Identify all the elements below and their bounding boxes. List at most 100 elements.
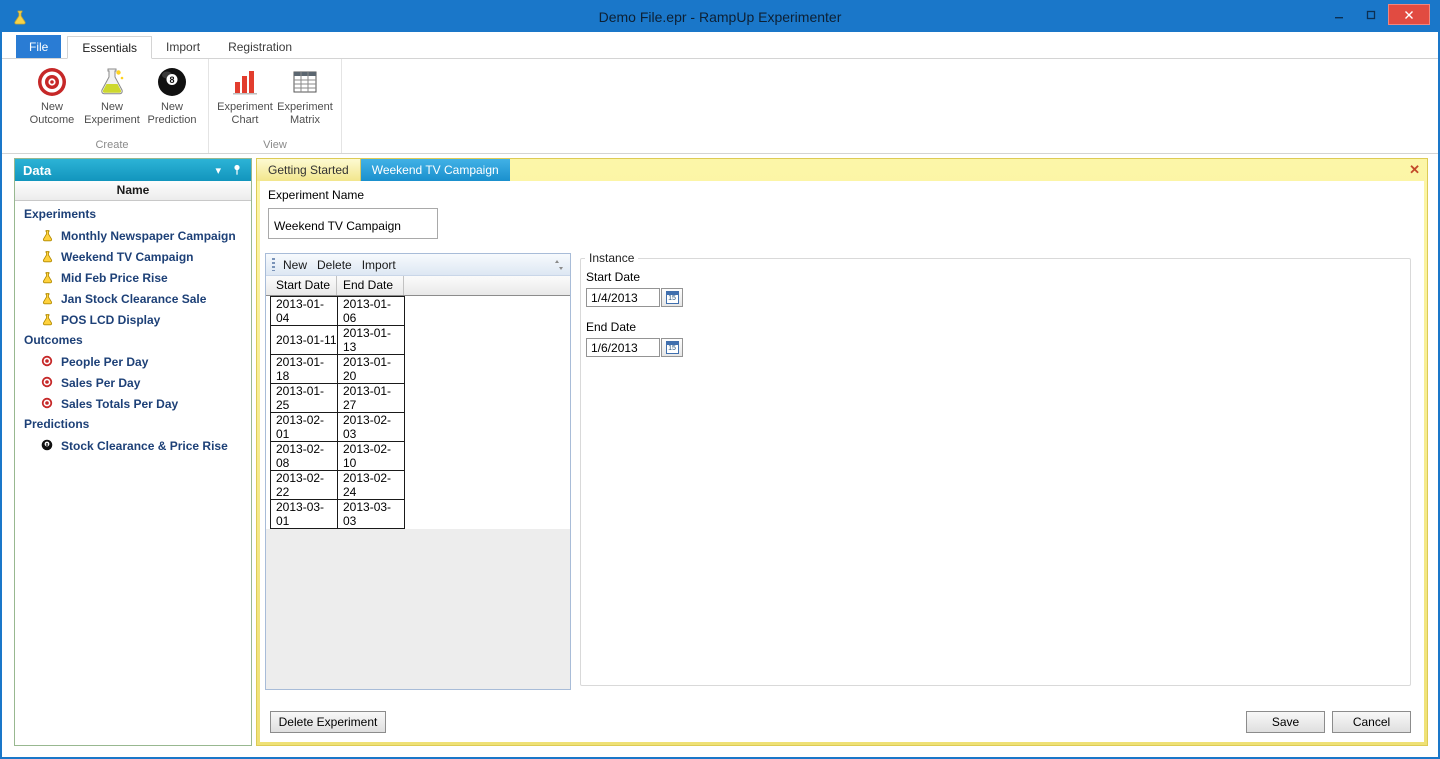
flask-icon	[95, 65, 129, 99]
ribbon-tab-essentials[interactable]: Essentials	[67, 36, 153, 59]
new-outcome-button[interactable]: New Outcome	[22, 62, 82, 127]
flask-icon	[41, 250, 54, 263]
matrix-icon	[288, 65, 322, 99]
experiment-name-input[interactable]	[268, 208, 438, 239]
svg-text:8: 8	[169, 75, 174, 85]
cancel-button[interactable]: Cancel	[1332, 711, 1411, 733]
new-experiment-button[interactable]: New Experiment	[82, 62, 142, 127]
ribbon-tab-import[interactable]: Import	[152, 35, 214, 58]
tree-category-outcomes[interactable]: Outcomes	[15, 330, 251, 351]
ribbon: File Essentials Import Registration New O…	[2, 32, 1438, 154]
table-row[interactable]: 2013-01-25 2013-01-27	[270, 383, 405, 413]
start-date-picker-button[interactable]: 15	[661, 288, 683, 307]
tree-item-experiment[interactable]: Monthly Newspaper Campaign	[15, 225, 251, 246]
flask-icon	[41, 292, 54, 305]
grid-rows: 2013-01-04 2013-01-06 2013-01-11 2013-01-1…	[266, 296, 570, 529]
tree-item-outcome[interactable]: Sales Totals Per Day	[15, 393, 251, 414]
table-row[interactable]: 2013-02-01 2013-02-03	[270, 412, 405, 442]
column-header-end-date[interactable]: End Date	[337, 276, 404, 295]
data-panel: Data ▾ Name Experiments Monthly Newspape…	[14, 158, 252, 746]
table-row[interactable]: 2013-01-04 2013-01-06	[270, 296, 405, 326]
ribbon-group-view: Experiment Chart Experiment Matrix View	[209, 59, 342, 153]
ribbon-group-create: New Outcome New Experiment 8 New Predict…	[16, 59, 209, 153]
minimize-icon	[1335, 16, 1343, 18]
grid-header-row: Start Date End Date	[266, 276, 570, 296]
document-content: Experiment Name New Delete Import Start …	[260, 181, 1424, 742]
column-header-start-date[interactable]: Start Date	[270, 276, 337, 295]
app-window: Demo File.epr - RampUp Experimenter File…	[0, 0, 1440, 759]
tree-item-experiment[interactable]: POS LCD Display	[15, 309, 251, 330]
tree-item-experiment[interactable]: Weekend TV Campaign	[15, 246, 251, 267]
grid-import-button[interactable]: Import	[362, 258, 396, 272]
document-tabstrip: Getting Started Weekend TV Campaign ✕	[257, 159, 1427, 181]
tree-item-outcome[interactable]: People Per Day	[15, 351, 251, 372]
name-column-header[interactable]: Name	[15, 181, 251, 201]
experiment-name-label: Experiment Name	[268, 188, 365, 202]
data-tree: Experiments Monthly Newspaper Campaign W…	[15, 201, 251, 745]
ribbon-tab-registration[interactable]: Registration	[214, 35, 306, 58]
document-area: Getting Started Weekend TV Campaign ✕ Ex…	[256, 158, 1428, 746]
group-label-create: Create	[95, 139, 129, 151]
toolbar-overflow-icon[interactable]	[554, 259, 564, 271]
bullseye-icon	[35, 65, 69, 99]
tree-item-outcome[interactable]: Sales Per Day	[15, 372, 251, 393]
instance-legend: Instance	[589, 251, 635, 265]
experiment-chart-button[interactable]: Experiment Chart	[215, 62, 275, 127]
grip-handle-icon[interactable]	[272, 258, 275, 271]
table-row[interactable]: 2013-02-08 2013-02-10	[270, 441, 405, 471]
table-row[interactable]: 2013-02-22 2013-02-24	[270, 470, 405, 500]
bullseye-icon	[41, 355, 54, 368]
ribbon-tab-row: File Essentials Import Registration	[2, 32, 1438, 59]
end-date-picker-button[interactable]: 15	[661, 338, 683, 357]
tree-category-experiments[interactable]: Experiments	[15, 204, 251, 225]
flask-icon	[41, 313, 54, 326]
calendar-icon: 15	[665, 291, 679, 304]
bullseye-icon	[41, 376, 54, 389]
eight-ball-icon: 8	[155, 65, 189, 99]
instances-grid-panel: New Delete Import Start Date End Date 20…	[265, 253, 571, 690]
table-row[interactable]: 2013-03-01 2013-03-03	[270, 499, 405, 529]
end-date-input[interactable]	[586, 338, 660, 357]
data-panel-title: Data	[23, 162, 52, 178]
grid-delete-button[interactable]: Delete	[317, 258, 352, 272]
tree-item-prediction[interactable]: 8 Stock Clearance & Price Rise	[15, 435, 251, 456]
minimize-button[interactable]	[1324, 4, 1354, 25]
close-icon	[1405, 10, 1413, 19]
window-title: Demo File.epr - RampUp Experimenter	[598, 9, 842, 25]
flask-icon	[41, 229, 54, 242]
close-document-icon[interactable]: ✕	[1402, 159, 1427, 181]
close-button[interactable]	[1388, 4, 1430, 25]
maximize-icon	[1366, 10, 1376, 19]
tab-getting-started[interactable]: Getting Started	[257, 159, 361, 181]
tree-item-experiment[interactable]: Jan Stock Clearance Sale	[15, 288, 251, 309]
tree-category-predictions[interactable]: Predictions	[15, 414, 251, 435]
start-date-label: Start Date	[586, 270, 641, 284]
delete-experiment-button[interactable]: Delete Experiment	[270, 711, 386, 733]
grid-empty-area	[266, 529, 570, 689]
file-button[interactable]: File	[16, 35, 62, 58]
eight-ball-icon: 8	[41, 439, 54, 452]
tree-item-experiment[interactable]: Mid Feb Price Rise	[15, 267, 251, 288]
tab-weekend-tv-campaign[interactable]: Weekend TV Campaign	[360, 159, 510, 181]
start-date-input[interactable]	[586, 288, 660, 307]
group-label-view: View	[263, 139, 287, 151]
maximize-button[interactable]	[1356, 4, 1386, 25]
data-panel-header: Data ▾	[15, 159, 251, 181]
bullseye-icon	[41, 397, 54, 410]
bar-chart-icon	[228, 65, 262, 99]
end-date-field: 15	[586, 338, 1410, 357]
pin-icon[interactable]	[231, 164, 243, 176]
table-row[interactable]: 2013-01-11 2013-01-13	[270, 325, 405, 355]
grid-toolbar: New Delete Import	[266, 254, 570, 276]
flask-icon	[41, 271, 54, 284]
chevron-down-icon[interactable]: ▾	[215, 164, 221, 177]
table-row[interactable]: 2013-01-18 2013-01-20	[270, 354, 405, 384]
start-date-field: 15	[586, 288, 1410, 307]
instance-group: Instance Start Date 15 End Date 15	[580, 251, 1411, 686]
new-prediction-button[interactable]: 8 New Prediction	[142, 62, 202, 127]
calendar-icon: 15	[665, 341, 679, 354]
experiment-matrix-button[interactable]: Experiment Matrix	[275, 62, 335, 127]
grid-new-button[interactable]: New	[283, 258, 307, 272]
save-button[interactable]: Save	[1246, 711, 1325, 733]
ribbon-body: New Outcome New Experiment 8 New Predict…	[2, 59, 1438, 153]
